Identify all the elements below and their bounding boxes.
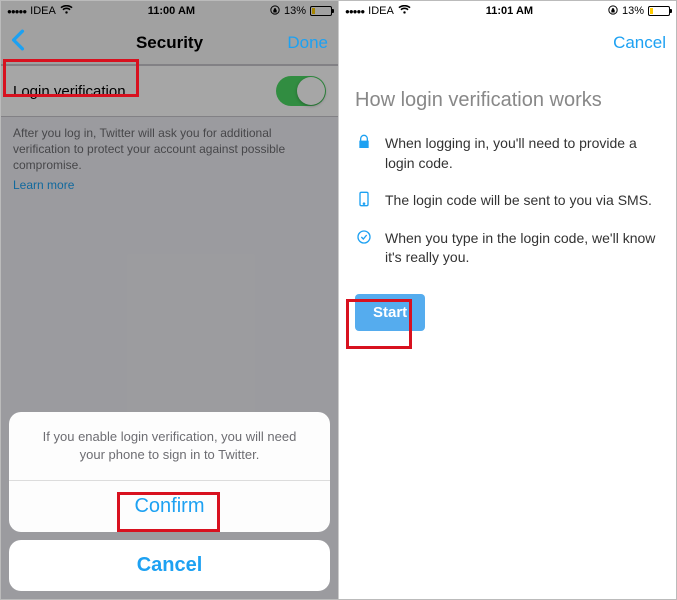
status-time: 11:01 AM (486, 5, 533, 17)
screenshot-pair: ●●●●● IDEA 11:00 AM 13% Security Done (0, 0, 677, 600)
battery-icon (648, 6, 670, 16)
info-text: The login code will be sent to you via S… (385, 191, 652, 211)
info-text: When you type in the login code, we'll k… (385, 229, 660, 268)
start-button[interactable]: Start (355, 294, 425, 331)
cancel-button[interactable]: Cancel (9, 540, 330, 591)
phone-how-it-works: ●●●●● IDEA 11:01 AM 13% Cancel How login… (338, 1, 676, 599)
done-button[interactable]: Done (287, 33, 328, 53)
info-text: When logging in, you'll need to provide … (385, 134, 660, 173)
action-sheet-message: If you enable login verification, you wi… (9, 412, 330, 481)
battery-percent: 13% (622, 5, 644, 17)
info-row: When you type in the login code, we'll k… (355, 229, 660, 268)
how-it-works-body: How login verification works When loggin… (339, 65, 676, 331)
nav-bar: Cancel (339, 21, 676, 65)
info-row: When logging in, you'll need to provide … (355, 134, 660, 173)
lock-icon (355, 134, 373, 150)
signal-dots-icon: ●●●●● (345, 7, 364, 16)
check-circle-icon (355, 229, 373, 245)
back-button[interactable] (11, 29, 25, 56)
phone-security-settings: ●●●●● IDEA 11:00 AM 13% Security Done (1, 1, 338, 599)
status-bar: ●●●●● IDEA 11:01 AM 13% (339, 1, 676, 21)
carrier-label: IDEA (368, 5, 394, 17)
wifi-icon (398, 5, 411, 18)
cancel-button[interactable]: Cancel (613, 33, 666, 53)
page-title: How login verification works (355, 89, 660, 112)
phone-icon (355, 191, 373, 207)
action-sheet: If you enable login verification, you wi… (9, 412, 330, 591)
rotation-lock-icon (608, 5, 618, 18)
info-row: The login code will be sent to you via S… (355, 191, 660, 211)
confirm-button[interactable]: Confirm (9, 481, 330, 532)
